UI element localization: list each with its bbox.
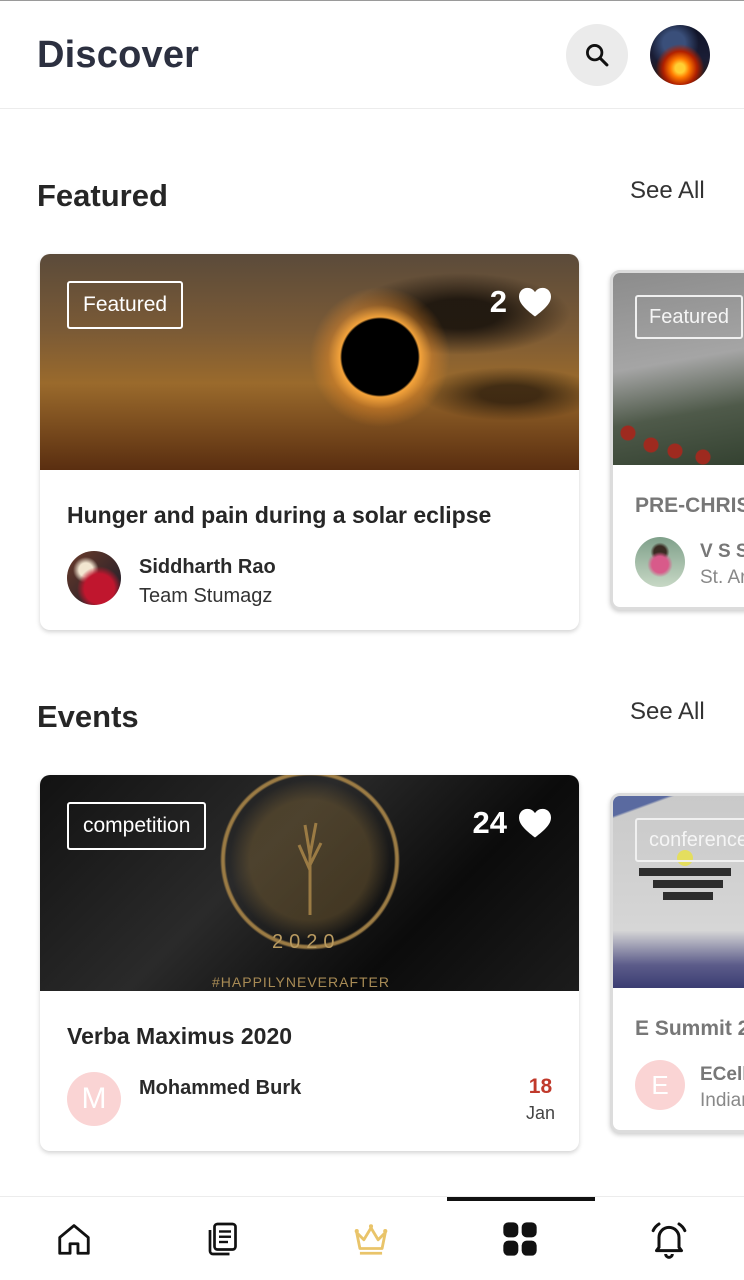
author-team: Team Stumagz [139, 585, 273, 607]
event-card[interactable]: 2020 #HAPPILYNEVERAFTER competition 24 V… [40, 775, 579, 1151]
nav-home[interactable] [0, 1197, 148, 1280]
profile-avatar[interactable] [650, 25, 710, 85]
author-avatar [67, 551, 121, 605]
nav-premium[interactable] [297, 1197, 445, 1280]
like-count: 24 [472, 805, 507, 840]
featured-see-all-link[interactable]: See All [630, 177, 705, 205]
page-title: Discover [37, 34, 200, 76]
author-avatar: E [635, 1060, 685, 1110]
grid-icon [503, 1222, 537, 1256]
featured-card-next-tag: Featured [635, 295, 744, 339]
author-avatar: M [67, 1072, 121, 1126]
author-team: St. Ar [700, 567, 744, 588]
author-name: Siddharth Rao [139, 556, 276, 578]
event-card-likes[interactable]: 24 [473, 805, 553, 841]
featured-section-title: Featured [37, 178, 168, 213]
app-bar: Discover [0, 1, 744, 109]
event-date-month: Jan [525, 1103, 555, 1123]
author-name: V S S [700, 541, 744, 562]
event-card-next-image: conference [613, 796, 744, 988]
home-icon [58, 1224, 90, 1255]
author-name: ECell [700, 1064, 744, 1085]
crown-icon [354, 1224, 388, 1255]
articles-icon [208, 1222, 237, 1256]
featured-card-tag: Featured [67, 281, 184, 329]
featured-card-next-title: PRE-CHRIS [635, 494, 744, 517]
heart-icon [519, 287, 551, 317]
bottom-navigation [0, 1196, 744, 1280]
author-team: Indiar [700, 1090, 744, 1111]
active-tab-indicator [447, 1197, 595, 1201]
alarm-bell-icon [651, 1222, 687, 1259]
event-card-next-title: E Summit 2 [635, 1017, 744, 1040]
author-name: Mohammed Burk [139, 1077, 302, 1099]
event-card-next-tag: conference [635, 818, 744, 862]
nav-discover[interactable] [446, 1197, 594, 1280]
like-count: 2 [489, 284, 507, 319]
tree-emblem-icon [297, 822, 323, 915]
events-section-title: Events [37, 699, 139, 734]
event-card-next[interactable]: conference E Summit 2 E ECell Indiar [610, 793, 744, 1133]
featured-card-next-image: Featured [613, 273, 744, 465]
event-image-hashtag: #HAPPILYNEVERAFTER [212, 974, 391, 990]
search-button[interactable] [566, 24, 628, 86]
featured-card[interactable]: Featured 2 Hunger and pain during a sola… [40, 254, 579, 630]
event-card-tag: competition [67, 802, 207, 850]
nav-articles[interactable] [148, 1197, 296, 1280]
search-icon [586, 44, 609, 67]
event-date: 18 Jan [526, 1075, 555, 1124]
event-date-day: 18 [528, 1075, 553, 1098]
event-card-image: 2020 #HAPPILYNEVERAFTER competition 24 [40, 775, 579, 991]
heart-icon [519, 808, 551, 838]
featured-card-next[interactable]: Featured PRE-CHRIS V S S St. Ar [610, 270, 744, 610]
event-card-title: Verba Maximus 2020 [67, 1023, 293, 1049]
nav-notifications[interactable] [595, 1197, 743, 1280]
events-see-all-link[interactable]: See All [630, 698, 705, 726]
author-avatar [635, 537, 685, 587]
event-image-year: 2020 [272, 931, 341, 953]
featured-card-title: Hunger and pain during a solar eclipse [67, 502, 492, 528]
featured-card-image: Featured 2 [40, 254, 579, 470]
featured-card-likes[interactable]: 2 [490, 284, 553, 320]
